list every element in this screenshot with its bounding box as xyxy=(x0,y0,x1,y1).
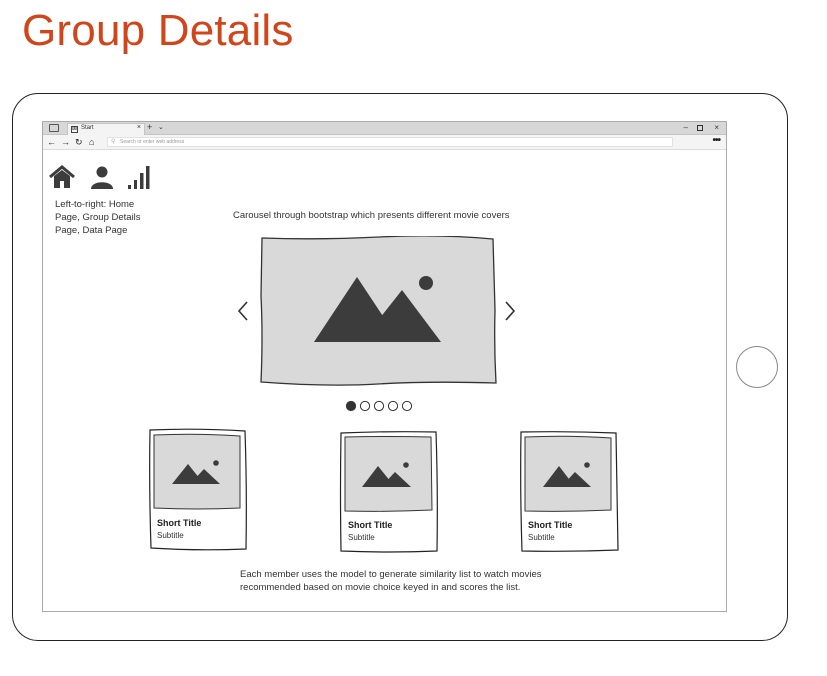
tab-folder-icon[interactable] xyxy=(49,124,59,132)
signal-bars-icon[interactable] xyxy=(127,165,151,189)
movie-card[interactable]: Short Title Subtitle xyxy=(519,430,619,559)
carousel-indicators xyxy=(345,400,413,412)
carousel-dot[interactable] xyxy=(359,400,371,412)
carousel-dot[interactable] xyxy=(401,400,413,412)
address-input[interactable]: ⚲ Search or enter web address xyxy=(107,137,673,147)
movie-card[interactable]: Short Title Subtitle xyxy=(148,428,248,557)
carousel-dot[interactable] xyxy=(373,400,385,412)
back-arrow-icon[interactable]: ← xyxy=(47,136,56,148)
address-placeholder: Search or enter web address xyxy=(120,139,185,145)
close-window-button[interactable]: × xyxy=(714,122,719,133)
card-subtitle: Subtitle xyxy=(528,533,555,542)
carousel-image-placeholder xyxy=(260,236,497,386)
address-bar-row: ← → ↻ ⌂ ⚲ Search or enter web address ••… xyxy=(43,135,726,150)
tab-close-icon[interactable]: × xyxy=(137,124,141,131)
card-title: Short Title xyxy=(348,520,393,530)
tab-bar: ⊠ Start × + ⌄ – × xyxy=(43,122,726,135)
more-options-button[interactable]: ••• xyxy=(712,135,720,147)
nav-description: Left-to-right: Home Page, Group Details … xyxy=(55,199,141,236)
favicon-icon: ⊠ xyxy=(71,126,78,133)
home-icon[interactable] xyxy=(48,165,76,189)
new-tab-button[interactable]: + xyxy=(147,122,152,133)
carousel-dot[interactable] xyxy=(345,400,357,412)
tablet-home-button[interactable] xyxy=(736,346,778,388)
page-title: Group Details xyxy=(22,6,294,55)
movie-card[interactable]: Short Title Subtitle xyxy=(339,430,439,559)
maximize-button[interactable] xyxy=(697,125,703,131)
home-browser-icon[interactable]: ⌂ xyxy=(89,136,94,148)
card-title: Short Title xyxy=(157,518,202,528)
minimize-button[interactable]: – xyxy=(684,122,688,133)
forward-arrow-icon[interactable]: → xyxy=(61,136,70,148)
card-subtitle: Subtitle xyxy=(348,533,375,542)
card-title: Short Title xyxy=(528,520,573,530)
carousel-dot[interactable] xyxy=(387,400,399,412)
tab-menu-chevron-icon[interactable]: ⌄ xyxy=(158,122,164,133)
footer-note: Each member uses the model to generate s… xyxy=(240,569,542,593)
carousel-next-icon[interactable] xyxy=(503,300,517,322)
carousel-caption: Carousel through bootstrap which present… xyxy=(233,210,510,221)
search-icon: ⚲ xyxy=(111,139,116,145)
card-subtitle: Subtitle xyxy=(157,531,184,540)
user-icon[interactable] xyxy=(90,165,114,189)
tab-label: Start xyxy=(81,125,94,131)
carousel-prev-icon[interactable] xyxy=(236,300,250,322)
refresh-icon[interactable]: ↻ xyxy=(75,136,83,148)
browser-tab[interactable]: ⊠ Start × xyxy=(67,123,145,135)
